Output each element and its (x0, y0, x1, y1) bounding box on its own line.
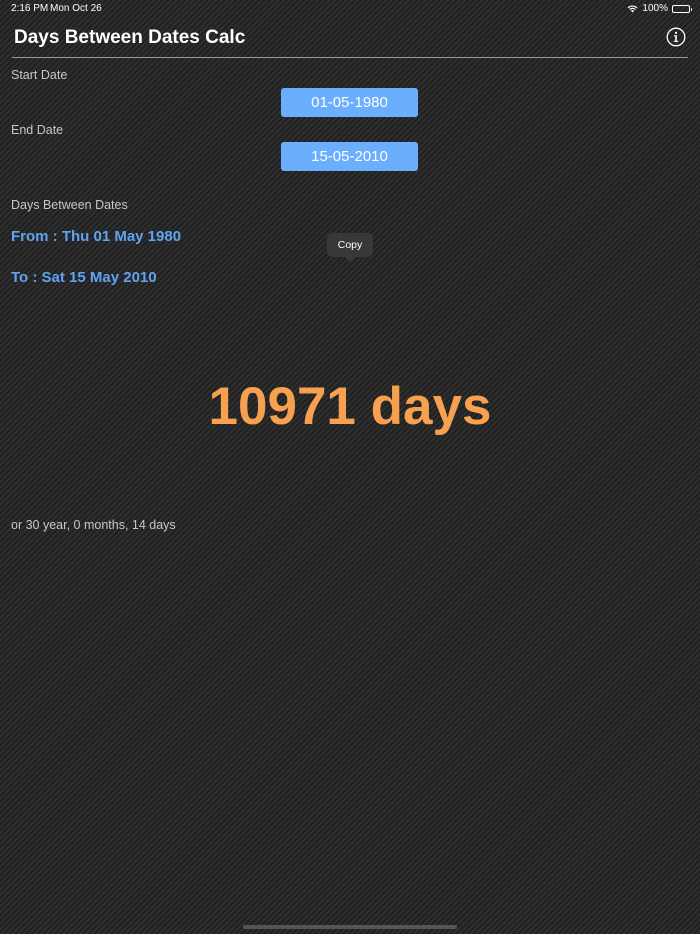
status-indicators: 100% (627, 3, 692, 14)
start-date-label: Start Date (11, 68, 68, 82)
page-title: Days Between Dates Calc (14, 27, 246, 48)
from-date-text: From : Thu 01 May 1980 (11, 228, 182, 245)
status-date: Mon Oct 26 (50, 3, 102, 14)
battery-percent: 100% (642, 3, 668, 14)
status-time: 2:16 PM (11, 3, 49, 14)
end-date-label: End Date (11, 123, 64, 137)
to-date-text: To : Sat 15 May 2010 (11, 269, 157, 286)
days-result: 10971 days (208, 377, 492, 436)
home-indicator[interactable] (243, 925, 457, 929)
wifi-icon (628, 5, 638, 12)
copy-button[interactable]: Copy (327, 233, 373, 262)
navigation-bar: Days Between Dates Calc (12, 18, 688, 58)
status-bar: 2:16 PM Mon Oct 26 100% (0, 0, 700, 18)
end-date-button[interactable]: 15-05-2010 (281, 142, 418, 171)
battery-icon (672, 4, 692, 13)
days-between-label: Days Between Dates (11, 198, 128, 212)
info-icon[interactable] (666, 27, 686, 47)
detail-breakdown: or 30 year, 0 months, 14 days (11, 518, 176, 532)
start-date-button[interactable]: 01-05-1980 (281, 88, 418, 117)
